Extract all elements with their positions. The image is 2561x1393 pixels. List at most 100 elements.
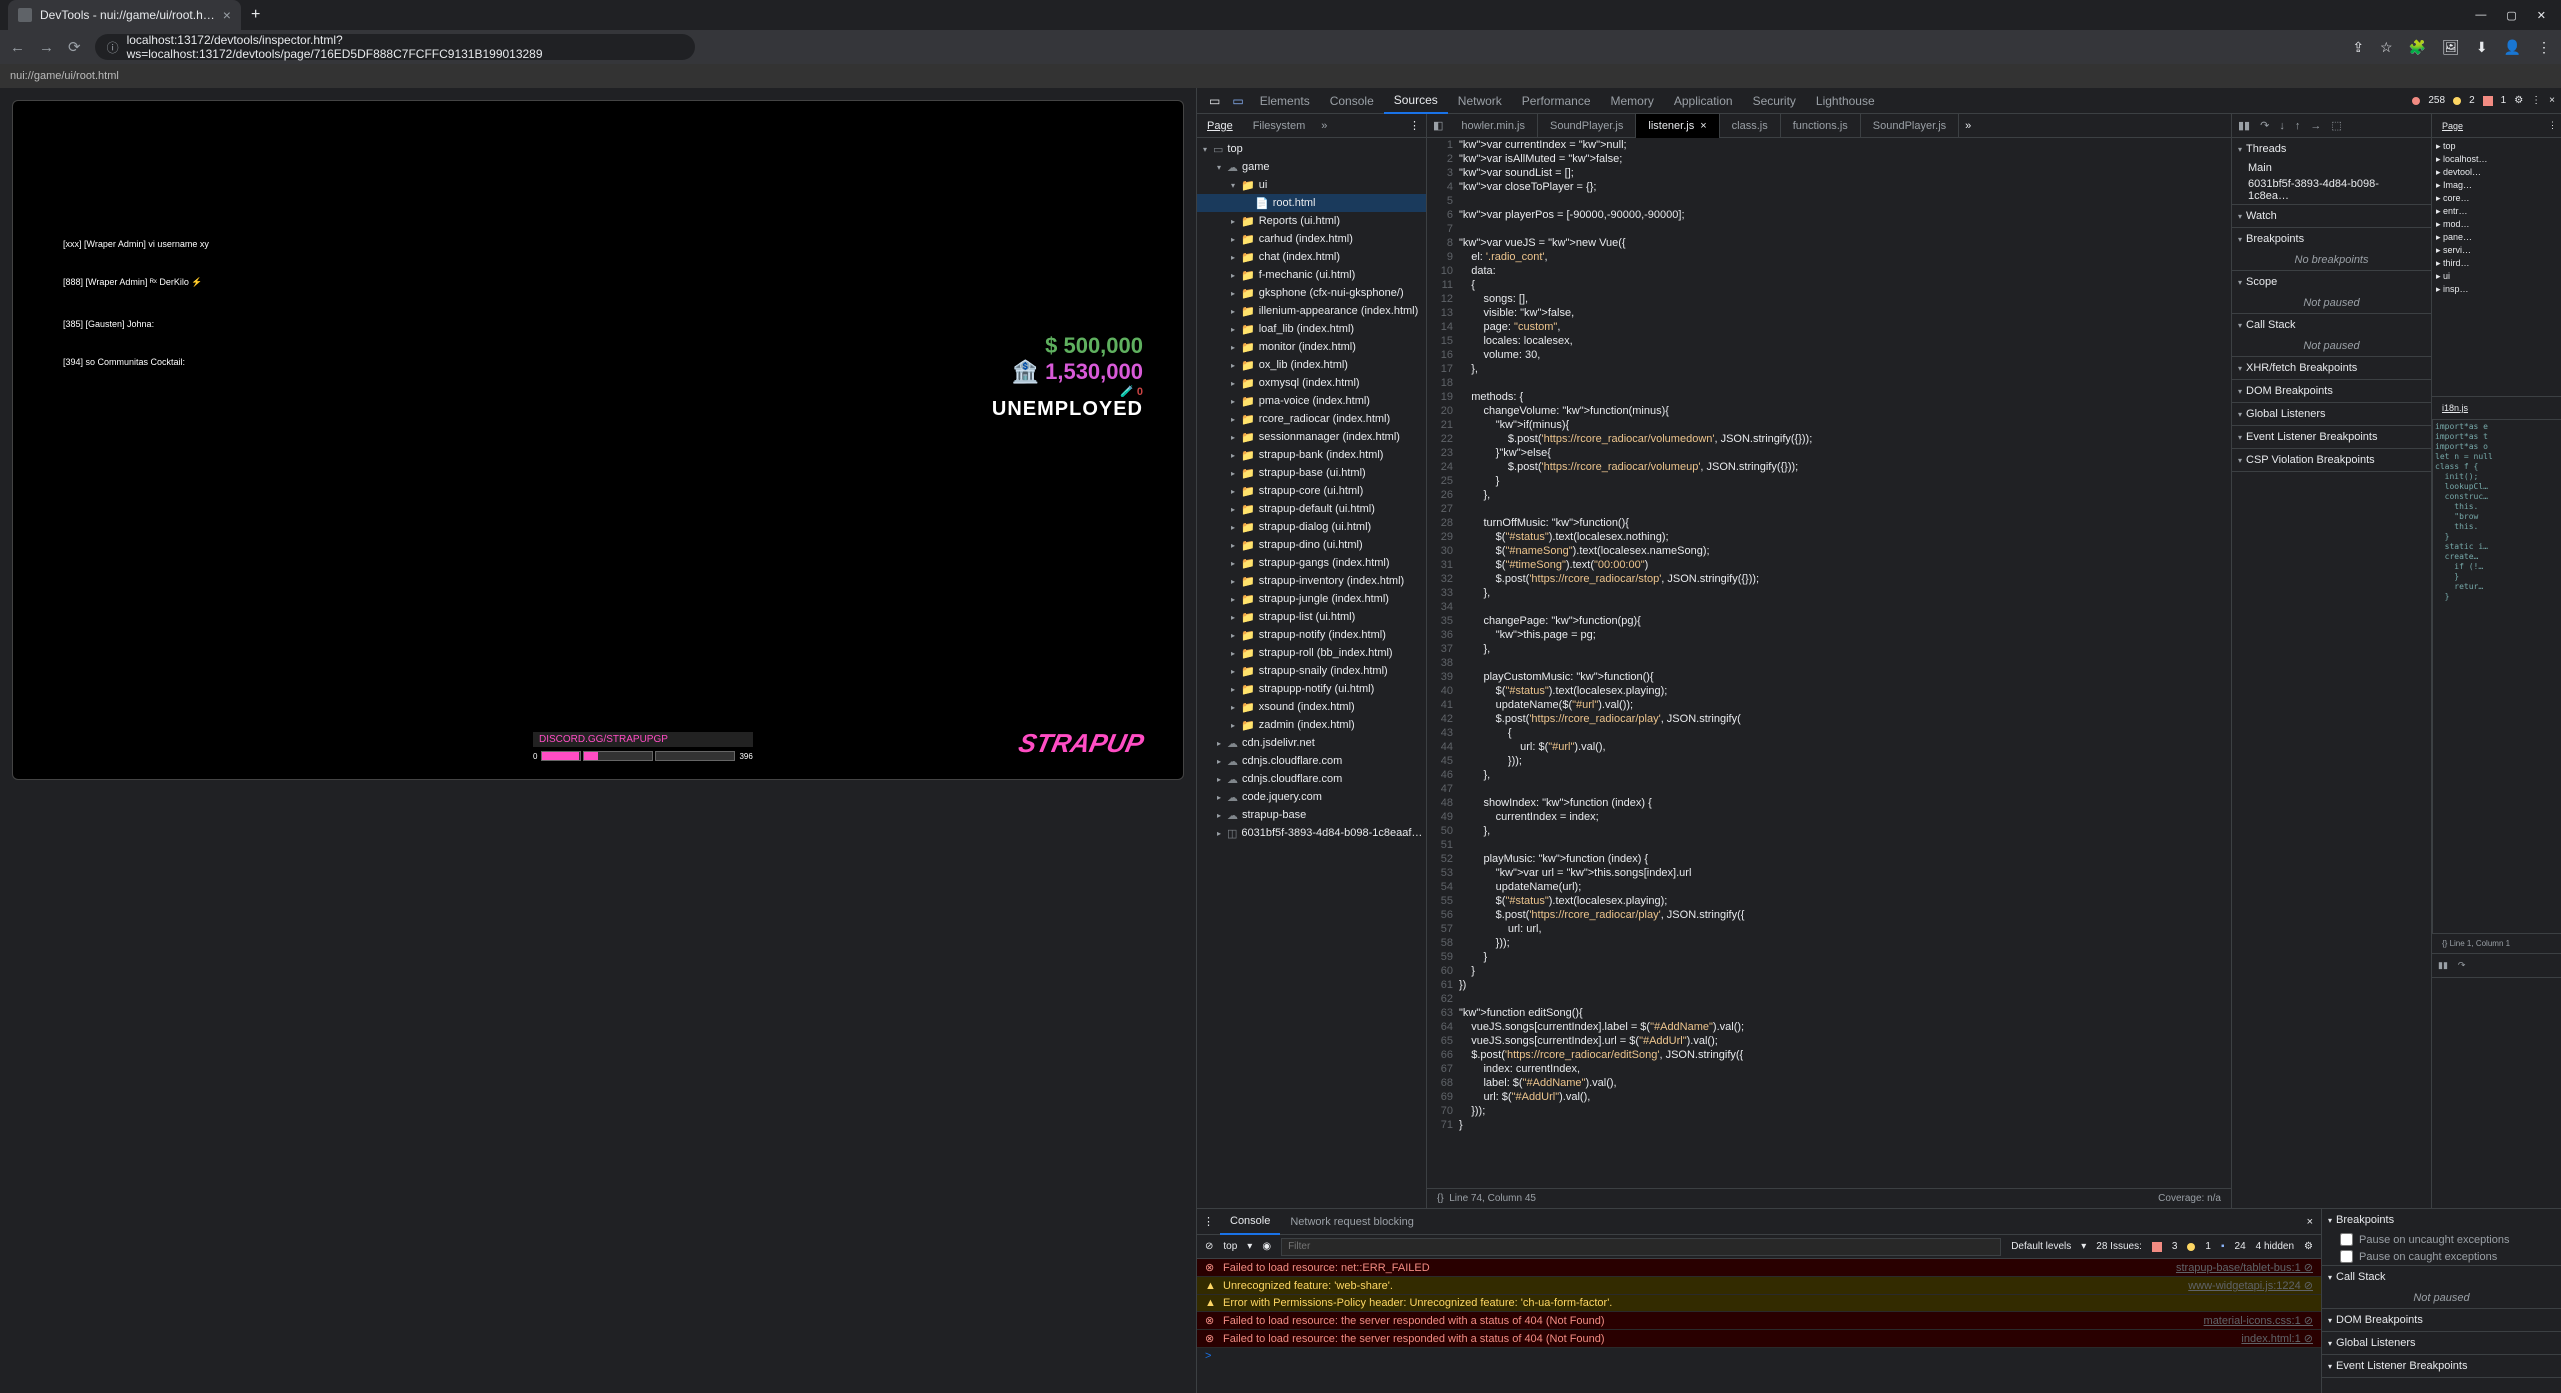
section-csp[interactable]: CSP Violation Breakpoints (2232, 449, 2431, 471)
msg-source-link[interactable]: www-widgetapi.js:1224 ⊘ (2188, 1279, 2313, 1292)
tree-cloud[interactable]: ▸☁cdn.jsdelivr.net (1197, 734, 1426, 752)
console-msg[interactable]: ⊗Failed to load resource: net::ERR_FAILE… (1197, 1259, 2321, 1277)
tree-folder[interactable]: ▸📁illenium-appearance (index.html) (1197, 302, 1426, 320)
tree-folder[interactable]: ▸📁strapup-snaily (index.html) (1197, 662, 1426, 680)
editor-tab[interactable]: SoundPlayer.js (1538, 114, 1636, 138)
tree-folder[interactable]: ▸📁strapup-dialog (ui.html) (1197, 518, 1426, 536)
tree-folder[interactable]: ▸📁rcore_radiocar (index.html) (1197, 410, 1426, 428)
back-icon[interactable]: ← (10, 39, 25, 56)
tree-cloud[interactable]: ▸☁cdnjs.cloudflare.com (1197, 770, 1426, 788)
download-icon[interactable]: ⬇ (2476, 39, 2488, 56)
subtab-filesystem[interactable]: Filesystem (1243, 114, 1316, 138)
msg-source-link[interactable]: material-icons.css:1 ⊘ (2204, 1314, 2313, 1327)
tree-cloud[interactable]: ▸☁strapup-base (1197, 806, 1426, 824)
clear-console-icon[interactable]: ⊘ (1205, 1241, 1213, 1252)
dr-elb[interactable]: Event Listener Breakpoints (2322, 1355, 2561, 1377)
levels-dropdown[interactable]: Default levels (2011, 1241, 2071, 1252)
devtools-tab-application[interactable]: Application (1664, 88, 1743, 114)
tree-folder[interactable]: ▸📁strapup-default (ui.html) (1197, 500, 1426, 518)
tree-folder[interactable]: ▸📁carhud (index.html) (1197, 230, 1426, 248)
forward-icon[interactable]: → (39, 39, 54, 56)
far-tree[interactable]: ▸ top▸ localhost…▸ devtool…▸ Imag…▸ core… (2432, 138, 2561, 396)
devtools-tab-sources[interactable]: Sources (1384, 88, 1448, 114)
console-prompt[interactable]: > (1197, 1348, 2321, 1364)
msg-source-link[interactable]: index.html:1 ⊘ (2241, 1332, 2313, 1345)
far-tree-item[interactable]: ▸ servi… (2434, 244, 2559, 257)
more-icon[interactable]: ⋮ (1409, 119, 1426, 132)
dr-gl[interactable]: Global Listeners (2322, 1332, 2561, 1354)
console-messages[interactable]: ⊗Failed to load resource: net::ERR_FAILE… (1197, 1259, 2321, 1393)
tree-folder[interactable]: ▾📁ui (1197, 176, 1426, 194)
section-dom-bp[interactable]: DOM Breakpoints (2232, 380, 2431, 402)
tree-folder[interactable]: ▸📁xsound (index.html) (1197, 698, 1426, 716)
tree-folder[interactable]: ▸📁strapup-base (ui.html) (1197, 464, 1426, 482)
drawer-tab-console[interactable]: Console (1220, 1209, 1280, 1235)
drawer-menu-icon[interactable]: ⋮ (1197, 1215, 1220, 1228)
devtools-tab-lighthouse[interactable]: Lighthouse (1806, 88, 1885, 114)
tree-frame[interactable]: ▸◫6031bf5f-3893-4d84-b098-1c8eaaf… (1197, 824, 1426, 842)
pause-uncaught-toggle[interactable]: Pause on uncaught exceptions (2322, 1231, 2561, 1248)
console-msg[interactable]: ⊗Failed to load resource: the server res… (1197, 1312, 2321, 1330)
far-code[interactable]: import*as e import*as t import*as o let … (2432, 420, 2561, 933)
close-devtools-icon[interactable]: × (2549, 95, 2555, 106)
tree-cloud[interactable]: ▸☁cdnjs.cloudflare.com (1197, 752, 1426, 770)
far-tree-item[interactable]: ▸ third… (2434, 257, 2559, 270)
gear-icon[interactable]: ⚙ (2304, 1241, 2313, 1252)
far-tree-item[interactable]: ▸ localhost… (2434, 153, 2559, 166)
devtools-tab-performance[interactable]: Performance (1512, 88, 1601, 114)
issue-count[interactable]: 1 (2501, 95, 2507, 106)
tree-cloud[interactable]: ▾☁game (1197, 158, 1426, 176)
tree-file[interactable]: 📄root.html (1197, 194, 1426, 212)
more-icon[interactable]: ⋮ (2531, 95, 2541, 106)
section-threads[interactable]: Threads (2232, 138, 2431, 160)
deactivate-bp-icon[interactable]: ⬚ (2331, 119, 2341, 132)
image-icon[interactable]: 🖼 (2442, 39, 2460, 56)
far-tree-item[interactable]: ▸ core… (2434, 192, 2559, 205)
hidden-label[interactable]: 4 hidden (2256, 1241, 2294, 1252)
section-breakpoints[interactable]: Breakpoints (2232, 228, 2431, 250)
drawer-tab-netblock[interactable]: Network request blocking (1280, 1209, 1424, 1235)
far-tree-item[interactable]: ▸ ui (2434, 270, 2559, 283)
extensions-icon[interactable]: 🧩 (2409, 39, 2426, 56)
step-into-icon[interactable]: ↓ (2279, 120, 2285, 132)
devtools-tab-elements[interactable]: Elements (1250, 88, 1320, 114)
tree-folder[interactable]: ▸📁oxmysql (index.html) (1197, 374, 1426, 392)
browser-tab[interactable]: DevTools - nui://game/ui/root.h… × (8, 0, 241, 30)
pause-icon[interactable]: ▮▮ (2438, 960, 2448, 971)
dr-dom[interactable]: DOM Breakpoints (2322, 1309, 2561, 1331)
inspect-icon[interactable]: ▭ (1203, 94, 1226, 108)
section-xhr[interactable]: XHR/fetch Breakpoints (2232, 357, 2431, 379)
console-msg[interactable]: ▲Unrecognized feature: 'web-share'.www-w… (1197, 1277, 2321, 1295)
close-drawer-icon[interactable]: × (2299, 1216, 2321, 1228)
share-icon[interactable]: ⇪ (2352, 39, 2364, 56)
far-tree-item[interactable]: ▸ insp… (2434, 283, 2559, 296)
tree-folder[interactable]: ▸📁sessionmanager (index.html) (1197, 428, 1426, 446)
far-tree-item[interactable]: ▸ Imag… (2434, 179, 2559, 192)
close-icon[interactable]: × (223, 7, 231, 23)
step-icon[interactable]: ↷ (2458, 960, 2466, 971)
tree-folder[interactable]: ▸📁strapup-gangs (index.html) (1197, 554, 1426, 572)
minimize-icon[interactable]: — (2475, 9, 2486, 22)
tree-folder[interactable]: ▸📁gksphone (cfx-nui-gksphone/) (1197, 284, 1426, 302)
url-input[interactable]: ⓘ localhost:13172/devtools/inspector.htm… (95, 34, 695, 60)
editor-tab[interactable]: howler.min.js (1449, 114, 1538, 138)
console-msg[interactable]: ▲Error with Permissions-Policy header: U… (1197, 1295, 2321, 1312)
step-icon[interactable]: → (2310, 120, 2321, 132)
tree-folder[interactable]: ▸📁Reports (ui.html) (1197, 212, 1426, 230)
section-callstack[interactable]: Call Stack (2232, 314, 2431, 336)
overflow-icon[interactable]: » (1321, 120, 1327, 132)
tree-folder[interactable]: ▸📁strapup-dino (ui.html) (1197, 536, 1426, 554)
reload-icon[interactable]: ⟳ (68, 38, 81, 56)
tree-folder[interactable]: ▸📁strapup-roll (bb_index.html) (1197, 644, 1426, 662)
menu-icon[interactable]: ⋮ (2537, 39, 2551, 56)
console-msg[interactable]: ⊗Failed to load resource: the server res… (1197, 1330, 2321, 1348)
tree-folder[interactable]: ▸📁strapupp-notify (ui.html) (1197, 680, 1426, 698)
close-window-icon[interactable]: ✕ (2537, 9, 2546, 22)
eye-icon[interactable]: ◉ (1262, 1241, 1271, 1252)
tree-folder[interactable]: ▸📁strapup-inventory (index.html) (1197, 572, 1426, 590)
issues-label[interactable]: 28 Issues: (2096, 1241, 2142, 1252)
tree-cloud[interactable]: ▸☁code.jquery.com (1197, 788, 1426, 806)
devtools-tab-security[interactable]: Security (1743, 88, 1806, 114)
close-icon[interactable]: × (1700, 120, 1706, 132)
tree-folder[interactable]: ▸📁pma-voice (index.html) (1197, 392, 1426, 410)
